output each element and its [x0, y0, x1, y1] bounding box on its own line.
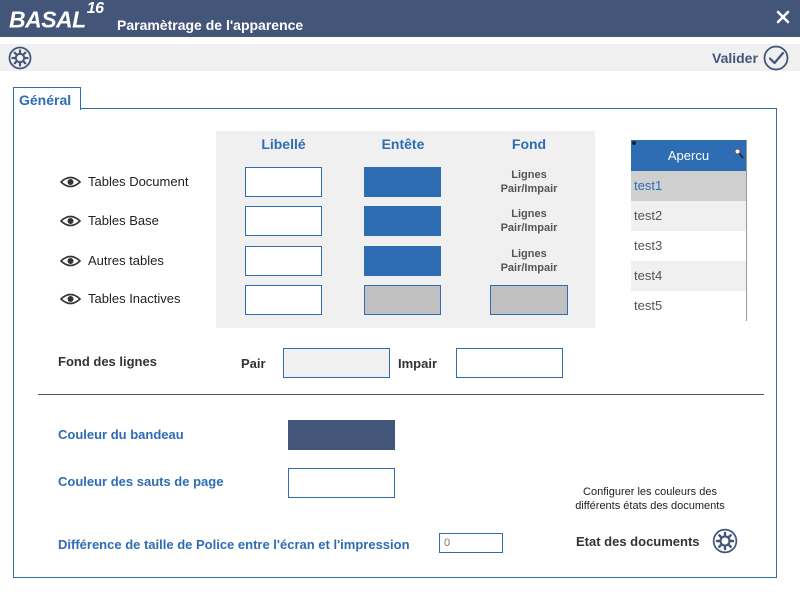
row-label-text: Tables Document — [88, 174, 189, 189]
sauts-page-label: Couleur des sauts de page — [58, 474, 224, 489]
fond-line1: Lignes — [511, 208, 547, 220]
fond-color-swatch[interactable] — [490, 285, 568, 315]
close-icon — [776, 10, 790, 24]
gear-icon — [712, 528, 737, 554]
etat-description: Configurer les couleurs des différents é… — [560, 485, 740, 513]
row-label-text: Tables Inactives — [88, 291, 181, 306]
etat-description-line1: Configurer les couleurs des — [583, 486, 717, 498]
impair-color-swatch[interactable] — [456, 348, 563, 378]
preview-header: Apercu — [631, 140, 746, 171]
fond-line1: Lignes — [511, 248, 547, 260]
font-diff-input[interactable] — [439, 533, 503, 553]
basal-logo: BASAL16 — [9, 0, 104, 33]
preview-list: Apercu test1 test2 test3 test4 test5 — [631, 140, 747, 321]
gear-icon — [8, 46, 32, 70]
row-tables-document: Tables Document — [60, 174, 188, 189]
window: BASAL16 Paramètrage de l'apparence Valid… — [0, 0, 800, 600]
eye-icon[interactable] — [60, 292, 81, 306]
fond-line2: Pair/Impair — [500, 183, 558, 195]
close-button[interactable] — [770, 4, 796, 30]
entete-color-swatch[interactable] — [364, 167, 441, 197]
libelle-color-swatch[interactable] — [245, 285, 322, 315]
impair-label: Impair — [398, 356, 438, 371]
libelle-color-swatch[interactable] — [245, 246, 322, 276]
pin-icon — [632, 141, 636, 145]
entete-color-swatch[interactable] — [364, 246, 441, 276]
row-autres-tables: Autres tables — [60, 253, 164, 268]
row-label-text: Tables Base — [88, 213, 159, 228]
eye-icon[interactable] — [60, 254, 81, 268]
fond-lignes-link[interactable]: Lignes Pair/Impair — [488, 207, 570, 235]
fond-lignes-link[interactable]: Lignes Pair/Impair — [488, 247, 570, 275]
validate-button[interactable]: Valider — [712, 45, 789, 71]
tab-general[interactable]: Général — [13, 87, 81, 110]
column-header-fond: Fond — [511, 136, 547, 152]
settings-button[interactable] — [8, 46, 32, 70]
tab-general-label: Général — [19, 92, 72, 108]
bandeau-label: Couleur du bandeau — [58, 427, 184, 442]
eye-icon[interactable] — [60, 175, 81, 189]
preview-row[interactable]: test1 — [631, 171, 746, 201]
title-bar: BASAL16 Paramètrage de l'apparence — [0, 0, 800, 37]
fond-line2: Pair/Impair — [500, 262, 558, 274]
magnifier-icon — [734, 148, 744, 159]
preview-row[interactable]: test5 — [631, 291, 746, 321]
fond-line2: Pair/Impair — [500, 222, 558, 234]
row-tables-inactives: Tables Inactives — [60, 291, 181, 306]
section-divider — [38, 394, 764, 395]
entete-color-swatch[interactable] — [364, 285, 441, 315]
eye-icon[interactable] — [60, 214, 81, 228]
preview-row[interactable]: test3 — [631, 231, 746, 261]
fond-line1: Lignes — [511, 169, 547, 181]
libelle-color-swatch[interactable] — [245, 206, 322, 236]
fond-lignes-label: Fond des lignes — [58, 354, 157, 369]
preview-row[interactable]: test4 — [631, 261, 746, 291]
column-header-entete: Entête — [381, 136, 425, 152]
entete-color-swatch[interactable] — [364, 206, 441, 236]
row-label-text: Autres tables — [88, 253, 164, 268]
font-diff-label: Différence de taille de Police entre l'é… — [58, 537, 410, 552]
preview-row[interactable]: test2 — [631, 201, 746, 231]
libelle-color-swatch[interactable] — [245, 167, 322, 197]
pair-label: Pair — [241, 356, 266, 371]
etat-documents-button[interactable]: Etat des documents — [576, 528, 738, 554]
toolbar: Valider — [0, 44, 800, 71]
check-circle-icon — [763, 45, 789, 71]
bandeau-color-swatch[interactable] — [288, 420, 395, 450]
preview-header-label: Apercu — [667, 148, 710, 163]
etat-description-line2: différents états des documents — [575, 500, 725, 512]
window-title: Paramètrage de l'apparence — [117, 17, 304, 33]
row-tables-base: Tables Base — [60, 213, 159, 228]
pair-color-swatch[interactable] — [283, 348, 390, 378]
column-header-libelle: Libellé — [261, 136, 306, 152]
fond-lignes-link[interactable]: Lignes Pair/Impair — [488, 168, 570, 196]
validate-label: Valider — [712, 50, 758, 66]
etat-documents-label: Etat des documents — [576, 533, 700, 549]
sauts-page-color-swatch[interactable] — [288, 468, 395, 498]
